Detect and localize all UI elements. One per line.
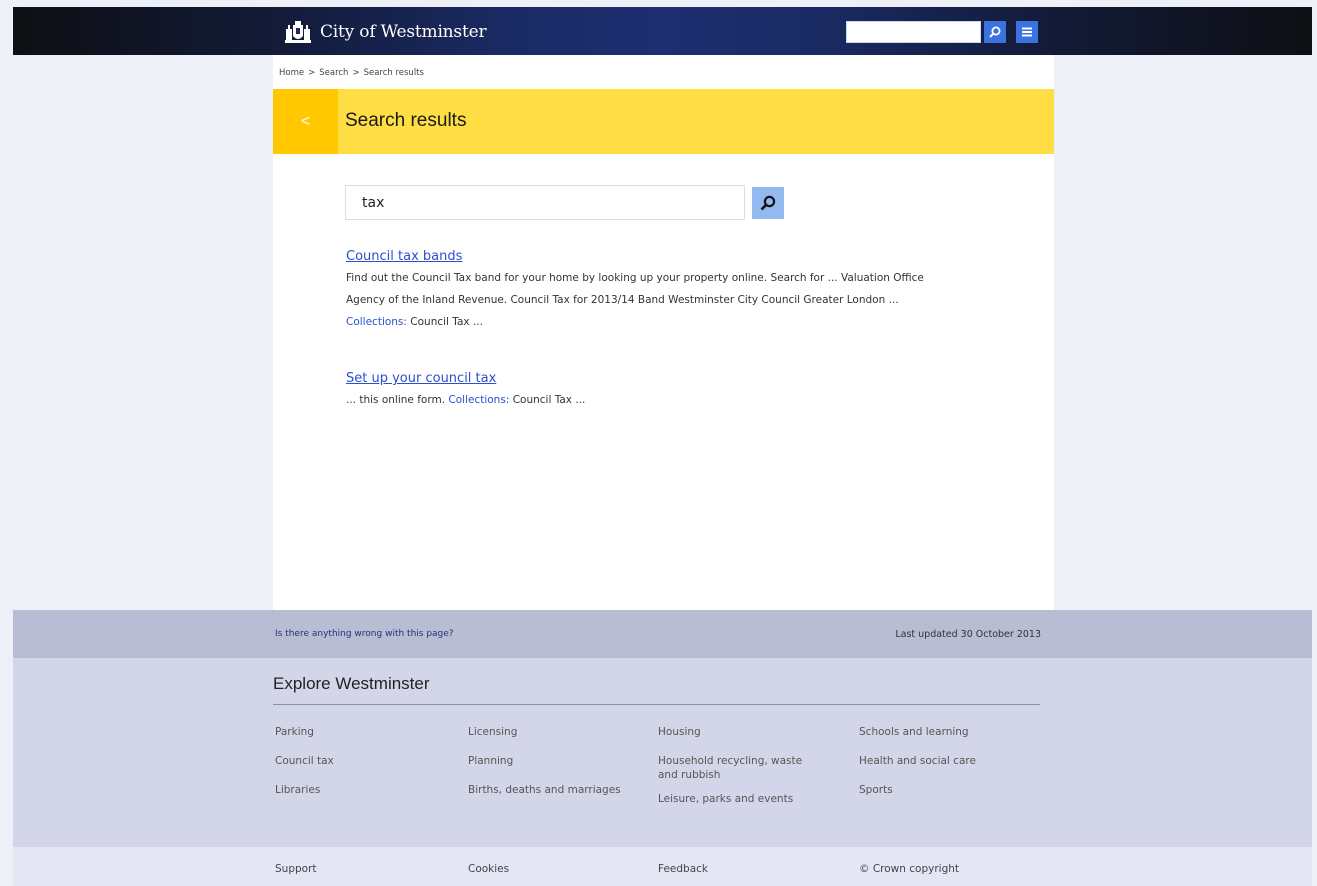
explore-title: Explore Westminster: [273, 674, 430, 693]
explore-link-licensing[interactable]: Licensing: [468, 725, 621, 739]
explore-link-planning[interactable]: Planning: [468, 754, 621, 768]
main-content: Home > Search > Search results < Search …: [273, 55, 1054, 610]
explore-link-schools[interactable]: Schools and learning: [859, 725, 976, 739]
back-button[interactable]: <: [273, 89, 338, 154]
result-snippet-line: Agency of the Inland Revenue. Council Ta…: [346, 294, 899, 306]
footer-link-support[interactable]: Support: [275, 863, 317, 875]
divider: [273, 704, 1040, 705]
result-collections: Collections: Council Tax ...: [346, 311, 924, 333]
search-icon: [760, 195, 776, 211]
collections-value: Council Tax ...: [512, 394, 586, 406]
result-snippet-line: ... this online form. Collections: Counc…: [346, 389, 585, 411]
explore-column: Parking Council tax Libraries: [275, 725, 334, 812]
search-icon: [989, 26, 1001, 38]
explore-link-births-deaths-marriages[interactable]: Births, deaths and marriages: [468, 783, 621, 797]
footer-link-feedback[interactable]: Feedback: [658, 863, 708, 875]
chevron-left-icon: <: [300, 112, 311, 130]
result-title-link[interactable]: Council tax bands: [346, 247, 924, 267]
result-snippet-prefix: ... this online form.: [346, 394, 446, 406]
header-search-button[interactable]: [984, 21, 1006, 43]
top-bar: City of Westminster: [13, 7, 1312, 55]
brand-logo[interactable]: City of Westminster: [284, 19, 487, 45]
report-problem-link[interactable]: Is there anything wrong with this page?: [275, 629, 454, 639]
copyright-text: © Crown copyright: [859, 863, 960, 875]
explore-link-leisure[interactable]: Leisure, parks and events: [658, 792, 823, 806]
explore-link-libraries[interactable]: Libraries: [275, 783, 334, 797]
breadcrumb-current: Search results: [363, 68, 424, 78]
brand-name: City of Westminster: [320, 22, 487, 42]
explore-link-health[interactable]: Health and social care: [859, 754, 976, 768]
feedback-bar: Is there anything wrong with this page? …: [13, 610, 1312, 658]
explore-link-sports[interactable]: Sports: [859, 783, 976, 797]
search-result: Council tax bands Find out the Council T…: [346, 247, 924, 333]
collections-value: Council Tax ...: [410, 316, 483, 328]
westminster-crest-icon: [285, 21, 311, 43]
explore-column: Schools and learning Health and social c…: [859, 725, 976, 812]
explore-link-recycling[interactable]: Household recycling, waste and rubbish: [658, 754, 823, 782]
search-result: Set up your council tax ... this online …: [346, 369, 585, 411]
page-banner: < Search results: [273, 89, 1054, 154]
search-button[interactable]: [752, 187, 784, 219]
breadcrumb: Home > Search > Search results: [279, 68, 424, 78]
page-title: Search results: [345, 110, 467, 131]
last-updated: Last updated 30 October 2013: [895, 629, 1041, 640]
explore-section: Explore Westminster Parking Council tax …: [13, 658, 1312, 847]
explore-column: Licensing Planning Births, deaths and ma…: [468, 725, 621, 812]
explore-link-parking[interactable]: Parking: [275, 725, 334, 739]
result-title-link[interactable]: Set up your council tax: [346, 369, 585, 389]
header-search-input[interactable]: [846, 21, 981, 43]
result-snippet-line: Find out the Council Tax band for your h…: [346, 272, 924, 284]
breadcrumb-home[interactable]: Home: [279, 68, 304, 78]
breadcrumb-separator: >: [352, 68, 360, 78]
menu-icon: [1022, 27, 1032, 37]
search-input[interactable]: tax: [345, 185, 745, 220]
footer-link-cookies[interactable]: Cookies: [468, 863, 509, 875]
explore-link-housing[interactable]: Housing: [658, 725, 823, 739]
collections-label[interactable]: Collections:: [346, 316, 407, 328]
explore-link-council-tax[interactable]: Council tax: [275, 754, 334, 768]
collections-label[interactable]: Collections:: [448, 394, 509, 406]
breadcrumb-search[interactable]: Search: [319, 68, 348, 78]
explore-column: Housing Household recycling, waste and r…: [658, 725, 823, 821]
breadcrumb-separator: >: [308, 68, 316, 78]
menu-button[interactable]: [1016, 21, 1038, 43]
footer-bottom: Support Cookies Feedback © Crown copyrig…: [13, 847, 1312, 886]
